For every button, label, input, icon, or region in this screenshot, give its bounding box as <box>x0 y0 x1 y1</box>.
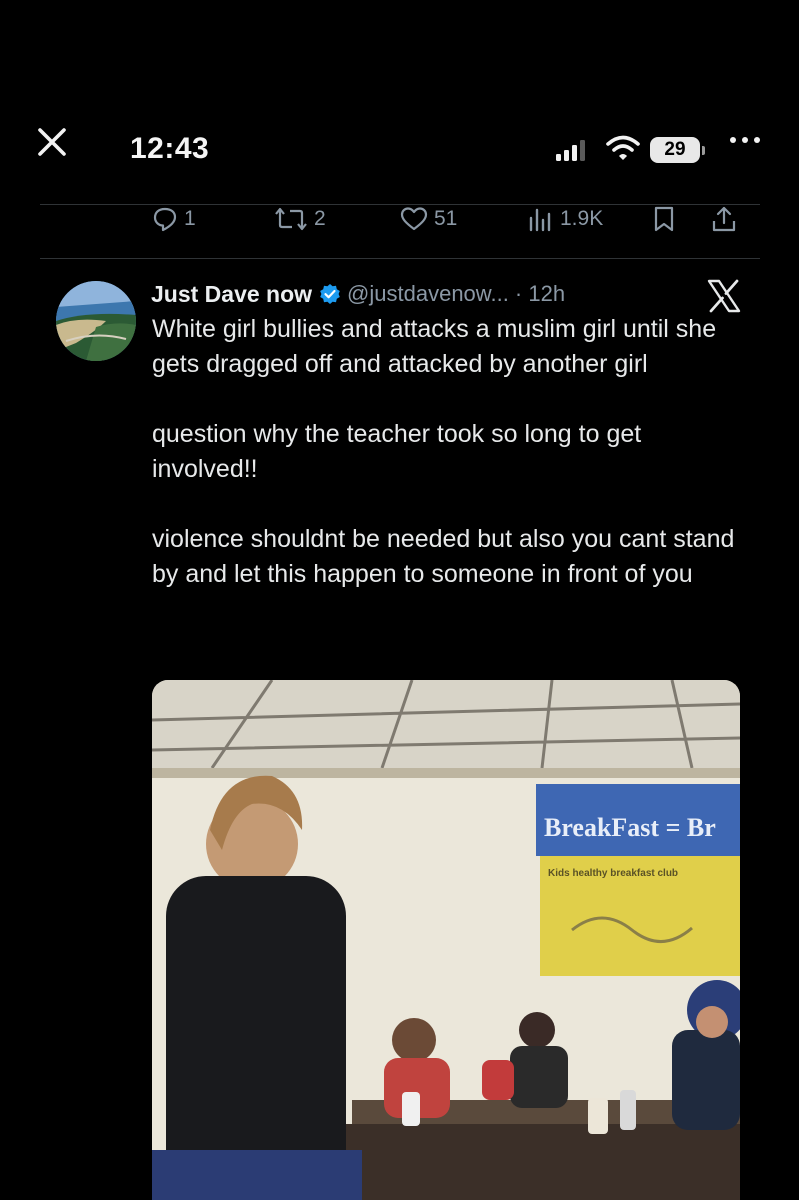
retweet-icon <box>275 207 307 231</box>
battery-level: 29 <box>650 137 700 163</box>
views-icon <box>529 208 551 232</box>
retweet-count: 2 <box>314 207 326 230</box>
banner-text: BreakFast = Br <box>544 813 716 842</box>
tweet-video[interactable]: BreakFast = Br Kids healthy breakfast cl… <box>152 680 740 1200</box>
bookmark-icon <box>654 206 674 232</box>
tweet-paragraph: question why the teacher took so long to… <box>152 420 642 483</box>
reply-button[interactable]: 1 <box>152 202 196 236</box>
avatar-image <box>56 281 136 361</box>
retweet-button[interactable]: 2 <box>274 202 326 236</box>
views-button[interactable]: 1.9K <box>528 202 603 236</box>
reply-icon <box>153 207 177 232</box>
screen: 12:43 29 1 2 51 1.9K Just Dave now @just… <box>0 0 799 1200</box>
bookmark-button[interactable] <box>652 202 676 236</box>
like-count: 51 <box>434 207 458 230</box>
cellular-signal-icon <box>556 140 585 161</box>
battery-nub <box>702 145 705 155</box>
wifi-icon <box>606 135 640 160</box>
banner-subtext: Kids healthy breakfast club <box>548 868 678 879</box>
battery-indicator: 29 <box>650 136 706 164</box>
tweet-header: Just Dave now @justdavenow... · 12h <box>151 278 565 310</box>
more-icon[interactable] <box>730 130 770 150</box>
tweet-paragraph: violence shouldnt be needed but also you… <box>152 525 735 588</box>
share-icon <box>712 206 736 232</box>
previous-tweet-actions: 1 2 51 1.9K <box>150 202 750 236</box>
tweet-text: White girl bullies and attacks a muslim … <box>152 312 752 592</box>
verified-badge-icon <box>320 284 340 304</box>
share-button[interactable] <box>710 202 738 236</box>
status-time: 12:43 <box>130 132 210 165</box>
tweet-paragraph: White girl bullies and attacks a muslim … <box>152 315 717 378</box>
close-icon[interactable] <box>34 124 70 160</box>
views-count: 1.9K <box>560 207 604 230</box>
heart-icon <box>400 207 428 231</box>
avatar[interactable] <box>56 281 136 361</box>
divider <box>40 258 760 259</box>
handle-and-time[interactable]: @justdavenow... · 12h <box>347 281 565 307</box>
x-logo-icon <box>707 279 741 313</box>
video-frame: BreakFast = Br Kids healthy breakfast cl… <box>152 680 740 1200</box>
reply-count: 1 <box>184 207 196 230</box>
display-name[interactable]: Just Dave now <box>151 281 312 308</box>
like-button[interactable]: 51 <box>400 202 457 236</box>
